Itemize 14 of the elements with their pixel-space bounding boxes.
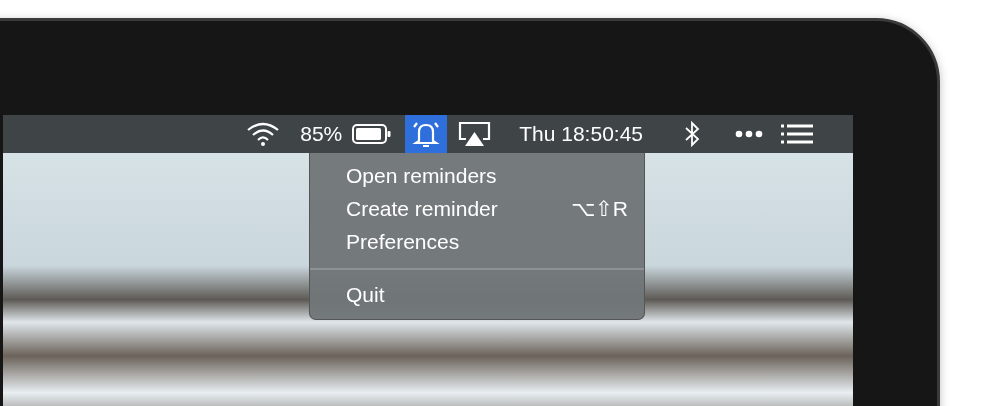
more-icon[interactable] [735, 130, 763, 138]
airplay-icon[interactable] [458, 121, 492, 147]
battery-icon[interactable] [352, 124, 392, 144]
clock[interactable]: Thu 18:50:45 [519, 122, 643, 146]
bluetooth-icon[interactable] [683, 120, 701, 148]
bell-button[interactable] [405, 115, 448, 153]
wifi-icon[interactable] [246, 121, 281, 147]
list-icon[interactable] [781, 124, 813, 144]
battery-percent: 85% [300, 122, 343, 146]
keyboard-shortcut: ⌥⇧R [571, 196, 628, 221]
menu-item[interactable]: Preferences [310, 225, 644, 258]
menu-item[interactable]: Create reminder ⌥⇧R [310, 192, 644, 225]
menu-item[interactable]: Open reminders [310, 159, 644, 192]
menu-item[interactable]: Quit [310, 278, 644, 311]
